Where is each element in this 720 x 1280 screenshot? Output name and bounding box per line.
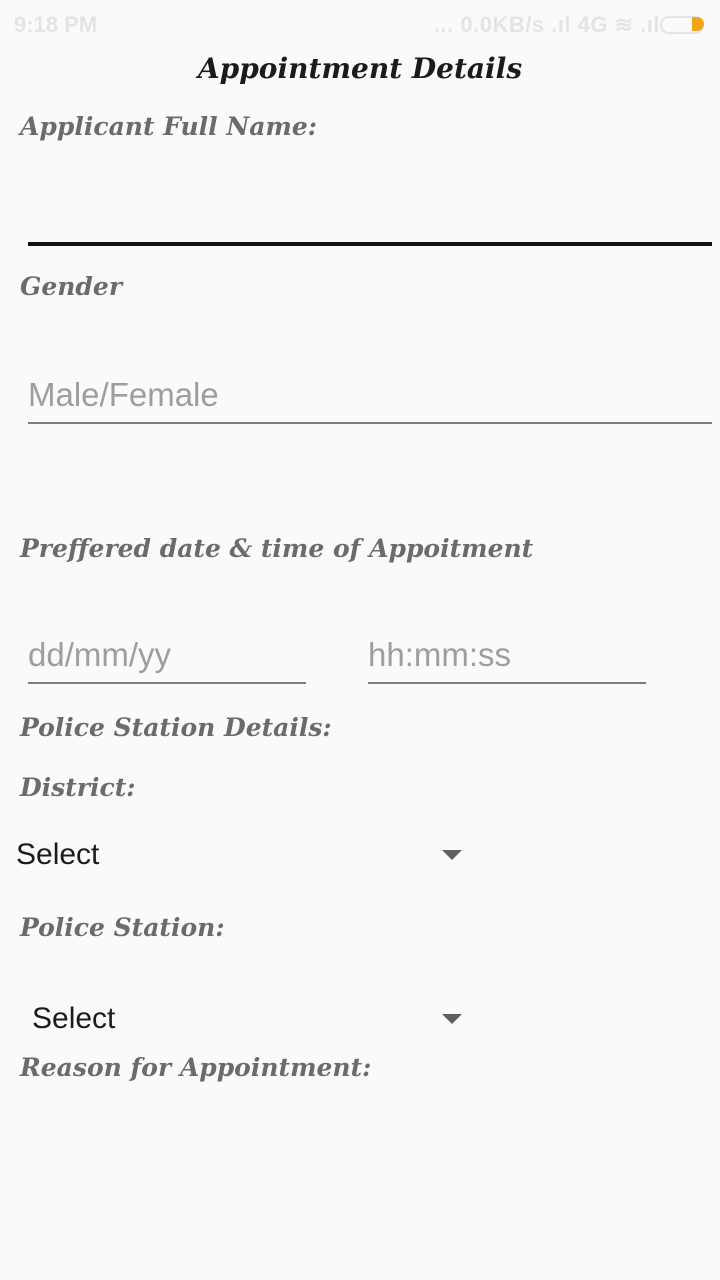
chevron-down-icon [442,850,462,860]
district-label: District: [20,773,136,802]
district-select-value: Select [16,838,100,871]
chevron-down-icon [442,1014,462,1024]
gender-placeholder: Male/Female [28,376,219,413]
page-title: Appointment Details [197,52,523,85]
date-input[interactable]: dd/mm/yy [28,630,306,682]
full-name-label: Applicant Full Name: [20,112,318,141]
status-time: 9:18 PM [14,12,98,37]
police-station-label: Police Station: [20,913,225,942]
status-indicators: ... 0.0KB/s .ıl 4G ≋ .ıl [433,12,660,37]
full-name-underline [28,242,712,246]
gender-label: Gender [20,272,122,301]
full-name-input[interactable] [28,160,712,242]
police-station-select[interactable]: Select [32,992,472,1046]
date-time-label: Preffered date & time of Appoitment [20,534,534,563]
reason-label: Reason for Appointment: [20,1053,372,1082]
police-station-details-label: Police Station Details: [20,713,332,742]
police-station-select-value: Select [32,1002,116,1035]
district-select[interactable]: Select [16,828,472,882]
time-input[interactable]: hh:mm:ss [368,630,646,682]
gender-underline [28,422,712,424]
status-bar: 9:18 PM ... 0.0KB/s .ıl 4G ≋ .ıl [0,0,720,50]
time-placeholder: hh:mm:ss [368,636,512,673]
time-underline [368,682,646,684]
date-underline [28,682,306,684]
gender-input[interactable]: Male/Female [28,370,712,422]
date-placeholder: dd/mm/yy [28,636,172,673]
